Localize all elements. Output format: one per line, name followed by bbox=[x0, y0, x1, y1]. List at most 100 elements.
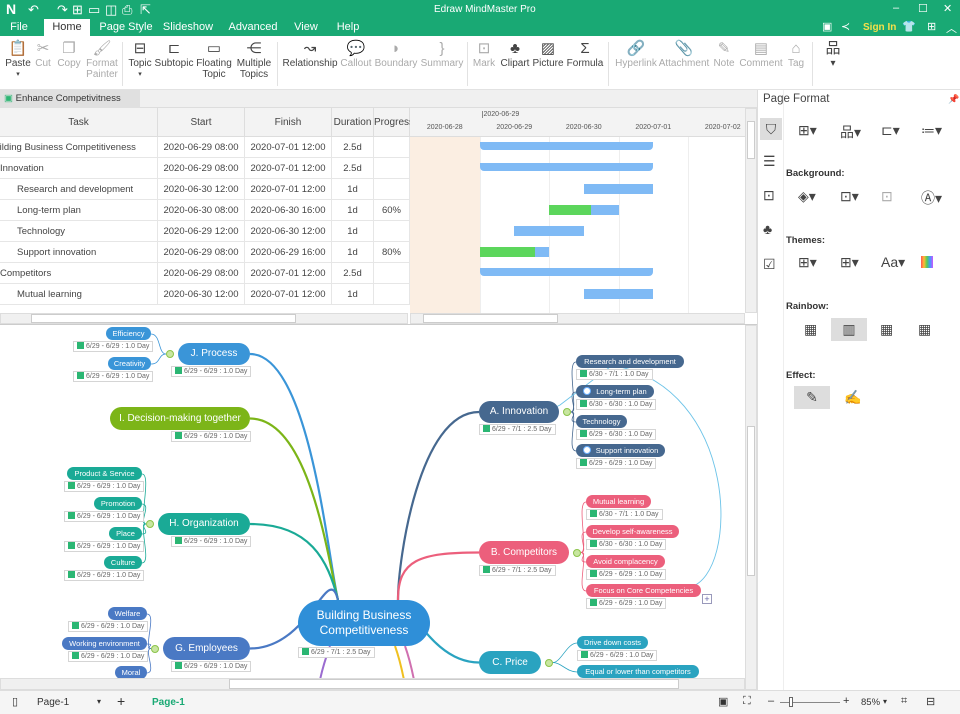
branch-topic[interactable]: A. Innovation bbox=[479, 401, 559, 423]
subtopic[interactable]: Focus on Core Competencies bbox=[586, 584, 701, 597]
menu-tab-slideshow[interactable]: Slideshow bbox=[158, 19, 218, 36]
gantt-bar[interactable] bbox=[583, 289, 654, 299]
subtopic[interactable]: Moral bbox=[115, 666, 147, 678]
clipart-button[interactable]: ♣ Clipart bbox=[496, 40, 534, 69]
summary-button[interactable]: } Summary bbox=[418, 40, 466, 69]
dropdown-chevron-icon[interactable]: ▾ bbox=[124, 69, 156, 80]
relationship-button[interactable]: ↝ Relationship bbox=[280, 40, 340, 69]
menu-tab-home[interactable]: Home bbox=[44, 19, 90, 36]
page-select[interactable]: Page-1 bbox=[37, 697, 69, 708]
cut-button[interactable]: ✂ Cut bbox=[29, 40, 57, 69]
theme-style-dropdown[interactable]: ⊞▾ bbox=[840, 254, 859, 271]
share-icon[interactable]: ≺ bbox=[841, 20, 850, 33]
fit-to-screen-icon[interactable]: ⌗ bbox=[901, 695, 907, 708]
collapse-toggle-icon[interactable] bbox=[563, 408, 571, 416]
page-format-tab-icon[interactable]: ⛉ bbox=[760, 118, 782, 140]
font-theme-dropdown[interactable]: Aa▾ bbox=[881, 254, 905, 271]
table-row[interactable]: Research and development 2020-06-30 12:00… bbox=[0, 179, 410, 200]
collapse-toggle-icon[interactable] bbox=[166, 350, 174, 358]
watermark-dropdown[interactable]: Ⓐ▾ bbox=[921, 188, 942, 208]
theme-dropdown[interactable]: ⊞▾ bbox=[798, 254, 817, 271]
subtopic[interactable]: Product & Service bbox=[67, 467, 142, 480]
task-tab-icon[interactable]: ☑ bbox=[763, 256, 776, 273]
branch-topic[interactable]: I. Decision-making together bbox=[110, 407, 250, 430]
attachment-button[interactable]: 📎 Attachment bbox=[656, 40, 712, 69]
structure-dropdown[interactable]: 品▾ bbox=[840, 122, 861, 142]
page-width-icon[interactable]: ⊟ bbox=[926, 695, 935, 708]
sign-in-link[interactable]: Sign In bbox=[863, 22, 896, 33]
clipart-tab-icon[interactable]: ♣ bbox=[763, 221, 772, 237]
column-header-start[interactable]: Start bbox=[158, 108, 245, 137]
menu-tab-advanced[interactable]: Advanced bbox=[222, 19, 284, 36]
subtopic[interactable]: Mutual learning bbox=[586, 495, 651, 508]
column-header-task[interactable]: Task bbox=[0, 108, 158, 137]
layout-grid-dropdown[interactable]: ⊞▾ bbox=[798, 122, 817, 139]
subtopic[interactable]: Welfare bbox=[108, 607, 147, 620]
layout-button[interactable]: 品 ▾ bbox=[823, 40, 843, 69]
save-icon[interactable]: ◫ bbox=[105, 2, 117, 18]
minimize-button[interactable]: – bbox=[893, 2, 899, 14]
theme-shirt-icon[interactable]: 👕 bbox=[902, 20, 916, 33]
zoom-level[interactable]: 85% bbox=[861, 697, 880, 708]
table-row[interactable]: Competitors 2020-06-29 08:00 2020-07-01 12… bbox=[0, 263, 410, 284]
subtopic[interactable]: Drive down costs bbox=[577, 636, 648, 649]
print-icon[interactable]: ⎙ bbox=[122, 2, 132, 18]
table-row[interactable]: Innovation 2020-06-29 08:00 2020-07-01 12:… bbox=[0, 158, 410, 179]
subtopic[interactable]: Develop self-awareness bbox=[586, 525, 679, 538]
subtopic[interactable]: Working environment bbox=[62, 637, 147, 650]
rainbow-option-1[interactable]: ▦ bbox=[804, 321, 817, 338]
remove-background-image-icon[interactable]: ⊡ bbox=[881, 188, 893, 205]
undo-icon[interactable]: ↶ bbox=[28, 2, 39, 18]
insert-background-image-dropdown[interactable]: ⊡▾ bbox=[840, 188, 859, 205]
table-row[interactable]: Long-term plan 2020-06-30 08:00 2020-06-30… bbox=[0, 200, 410, 221]
new-icon[interactable]: ⊞ bbox=[72, 2, 83, 18]
connector-dropdown[interactable]: ⊏▾ bbox=[881, 122, 900, 139]
close-button[interactable]: ✕ bbox=[943, 2, 952, 15]
effect-flat-button[interactable]: ✎ bbox=[794, 386, 830, 409]
branch-topic[interactable]: J. Process bbox=[178, 343, 250, 365]
boundary-button[interactable]: ◗ Boundary bbox=[371, 40, 421, 69]
menu-tab-page-style[interactable]: Page Style bbox=[96, 19, 156, 36]
collapse-toggle-icon[interactable] bbox=[545, 658, 553, 667]
subtopic[interactable]: Avoid complacency bbox=[586, 555, 665, 568]
zoom-out-button[interactable]: – bbox=[768, 695, 774, 707]
column-header-duration[interactable]: Duration bbox=[332, 108, 374, 137]
page-tab[interactable]: Page-1 bbox=[152, 697, 185, 708]
gantt-bar[interactable] bbox=[583, 184, 654, 194]
menu-tab-file[interactable]: File bbox=[0, 19, 38, 36]
formula-button[interactable]: Σ Formula bbox=[563, 40, 607, 69]
picture-button[interactable]: ▨ Picture bbox=[530, 40, 566, 69]
canvas-horizontal-scrollbar[interactable] bbox=[0, 678, 745, 690]
table-horizontal-scrollbar[interactable] bbox=[0, 313, 408, 324]
menu-tab-view[interactable]: View bbox=[288, 19, 324, 36]
format-painter-button[interactable]: 🖌 Format Painter bbox=[82, 40, 122, 80]
collapse-toggle-icon[interactable] bbox=[573, 548, 581, 557]
outline-view-icon[interactable]: ▯ bbox=[12, 695, 18, 708]
branch-topic[interactable]: G. Employees bbox=[163, 637, 250, 660]
canvas-vertical-scrollbar[interactable] bbox=[745, 325, 757, 690]
fullscreen-icon[interactable]: ⛶ bbox=[743, 695, 751, 708]
table-row[interactable]: Support innovation 2020-06-29 08:00 2020-0… bbox=[0, 242, 410, 263]
branch-topic[interactable]: C. Price bbox=[479, 651, 541, 674]
branch-topic[interactable]: H. Organization bbox=[158, 513, 250, 535]
pin-icon[interactable]: 📌 bbox=[948, 94, 959, 105]
gantt-vertical-scrollbar[interactable] bbox=[745, 108, 757, 313]
rainbow-option-3[interactable]: ▦ bbox=[880, 321, 893, 338]
export-icon[interactable]: ⇱ bbox=[140, 2, 151, 18]
outline-tab-icon[interactable]: ☰ bbox=[763, 153, 776, 170]
subtopic[interactable]: Long-term plan bbox=[576, 385, 654, 398]
zoom-chevron-icon[interactable]: ▾ bbox=[883, 697, 887, 706]
add-page-button[interactable]: + bbox=[117, 693, 125, 709]
subtopic-button[interactable]: ⊏ Subtopic bbox=[151, 40, 197, 69]
column-header-progress[interactable]: Progress bbox=[374, 108, 414, 137]
central-topic[interactable]: Building Business Competitiveness bbox=[298, 600, 430, 646]
menu-tab-help[interactable]: Help bbox=[330, 19, 366, 36]
rainbow-option-2[interactable]: ▥ bbox=[831, 318, 867, 341]
subtopic[interactable]: Equal or lower than competitors bbox=[577, 665, 699, 678]
floating-topic-button[interactable]: ▭ Floating Topic bbox=[192, 40, 236, 80]
fill-color-dropdown[interactable]: ◈▾ bbox=[798, 188, 816, 205]
table-row[interactable]: Technology 2020-06-29 12:00 2020-06-30 12:… bbox=[0, 221, 410, 242]
mindmap-canvas[interactable]: Building Business Competitiveness 6/29 - … bbox=[0, 325, 745, 678]
column-header-finish[interactable]: Finish bbox=[245, 108, 332, 137]
maximize-button[interactable]: ☐ bbox=[918, 2, 928, 15]
